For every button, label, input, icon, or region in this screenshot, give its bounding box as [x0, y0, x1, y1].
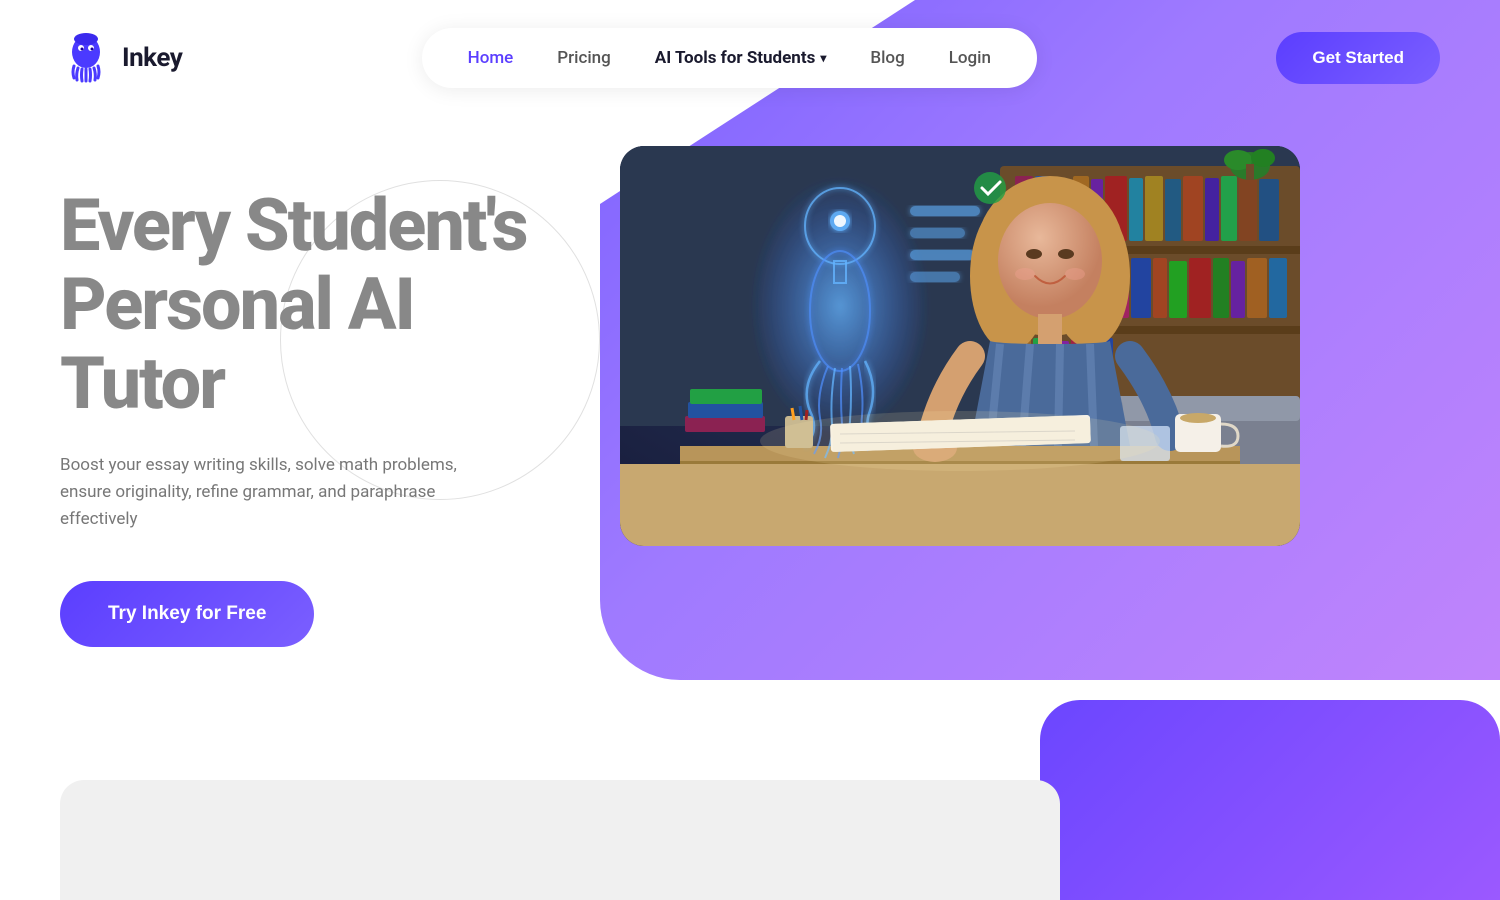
header: Inkey Home Pricing AI Tools for Students…: [0, 0, 1500, 116]
get-started-button[interactable]: Get Started: [1276, 32, 1440, 84]
try-free-button[interactable]: Try Inkey for Free: [60, 581, 314, 647]
nav-item-ai-tools[interactable]: AI Tools for Students ▾: [637, 38, 845, 78]
nav-item-pricing[interactable]: Pricing: [539, 38, 629, 78]
background-blob-bottom: [1040, 700, 1500, 900]
nav-item-home[interactable]: Home: [450, 38, 532, 78]
main-nav: Home Pricing AI Tools for Students ▾ Blo…: [422, 28, 1037, 88]
hero-image-area: [620, 146, 1440, 546]
hero-subtitle: Boost your essay writing skills, solve m…: [60, 452, 500, 534]
hero-image-container: [620, 146, 1300, 546]
nav-item-blog[interactable]: Blog: [852, 38, 922, 78]
logo-area[interactable]: Inkey: [60, 32, 182, 84]
brand-name: Inkey: [122, 43, 182, 73]
hero-title: Every Student's Personal AI Tutor: [60, 186, 580, 424]
hero-left-content: Every Student's Personal AI Tutor Boost …: [60, 156, 580, 647]
squid-icon: [60, 32, 112, 84]
bottom-cards-hint: [60, 780, 1060, 900]
chevron-down-icon: ▾: [820, 51, 826, 65]
nav-item-login[interactable]: Login: [931, 38, 1009, 78]
hero-scene-svg: [620, 146, 1300, 546]
main-content: Every Student's Personal AI Tutor Boost …: [0, 116, 1500, 647]
